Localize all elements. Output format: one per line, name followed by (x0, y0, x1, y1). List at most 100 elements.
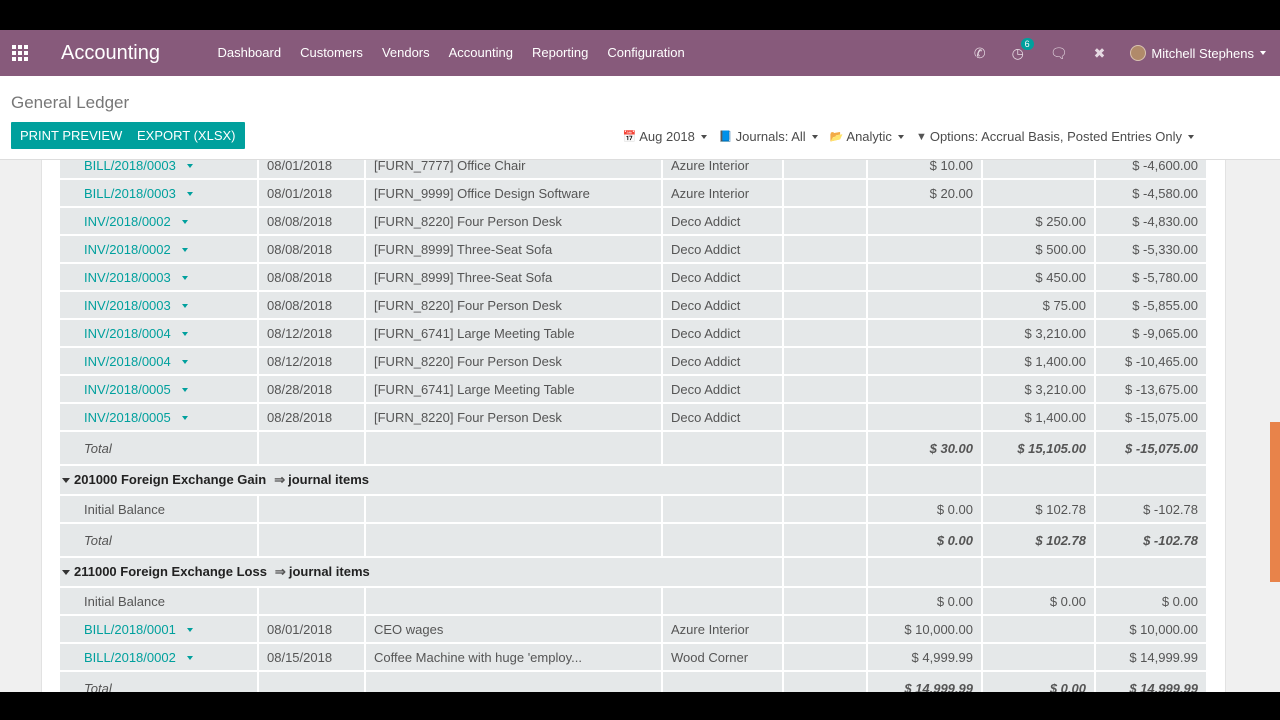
move-debit (868, 292, 983, 320)
reference-link[interactable]: BILL/2018/0002 (84, 650, 176, 665)
ledger-row: BILL/2018/0003 08/01/2018 [FURN_7777] Offi… (60, 160, 1208, 180)
move-date: 08/12/2018 (259, 320, 366, 348)
chevron-down-icon[interactable] (181, 220, 188, 225)
move-currency (784, 404, 868, 432)
analytic-filter[interactable]: 📂 Analytic (830, 129, 904, 144)
user-menu[interactable]: Mitchell Stephens (1130, 45, 1266, 61)
chevron-down-icon[interactable] (186, 192, 193, 197)
move-reference[interactable]: INV/2018/0003 (60, 264, 259, 292)
move-currency (784, 320, 868, 348)
account-group-row[interactable]: 211000 Foreign Exchange Loss ⇒ journal ite… (60, 558, 1208, 588)
chevron-down-icon[interactable] (186, 164, 193, 169)
ledger-row: BILL/2018/0003 08/01/2018 [FURN_9999] Offi… (60, 180, 1208, 208)
menu-accounting[interactable]: Accounting (439, 30, 522, 76)
move-reference[interactable]: BILL/2018/0003 (60, 160, 259, 180)
reference-link[interactable]: INV/2018/0002 (84, 242, 171, 257)
move-debit (868, 376, 983, 404)
reference-link[interactable]: BILL/2018/0001 (84, 622, 176, 637)
total-credit: $ 15,105.00 (983, 432, 1096, 466)
reference-link[interactable]: INV/2018/0005 (84, 410, 171, 425)
move-debit (868, 320, 983, 348)
account-group-row[interactable]: 201000 Foreign Exchange Gain ⇒ journal ite… (60, 466, 1208, 496)
total-label: Total (60, 524, 259, 558)
move-reference[interactable]: INV/2018/0005 (60, 404, 259, 432)
move-balance: $ -5,780.00 (1096, 264, 1208, 292)
reference-link[interactable]: INV/2018/0002 (84, 214, 171, 229)
activity-clock-icon[interactable]: ◷ 6 (1012, 37, 1034, 62)
chevron-down-icon[interactable] (181, 332, 188, 337)
options-filter[interactable]: ▼ Options: Accrual Basis, Posted Entries … (916, 129, 1194, 144)
move-reference[interactable]: INV/2018/0004 (60, 320, 259, 348)
move-balance: $ 14,999.99 (1096, 644, 1208, 672)
move-date: 08/08/2018 (259, 236, 366, 264)
move-label: [FURN_8220] Four Person Desk (366, 404, 663, 432)
initial-balance: $ -102.78 (1096, 496, 1208, 524)
move-reference[interactable]: INV/2018/0002 (60, 208, 259, 236)
chevron-down-icon[interactable] (181, 360, 188, 365)
date-filter[interactable]: 📅 Aug 2018 (623, 129, 707, 144)
journal-items-link[interactable]: ⇒ journal items (274, 472, 369, 487)
move-label: CEO wages (366, 616, 663, 644)
print-preview-button[interactable]: PRINT PREVIEW (11, 122, 132, 149)
phone-icon[interactable]: ✆ (974, 45, 986, 62)
reference-link[interactable]: BILL/2018/0003 (84, 160, 176, 173)
journal-items-link[interactable]: ⇒ journal items (275, 564, 370, 579)
move-credit: $ 75.00 (983, 292, 1096, 320)
move-debit (868, 208, 983, 236)
move-partner: Azure Interior (663, 616, 784, 644)
chevron-down-icon[interactable] (181, 304, 188, 309)
ledger-table: BILL/2018/0003 08/01/2018 [FURN_7777] Offi… (60, 160, 1208, 692)
move-reference[interactable]: BILL/2018/0003 (60, 180, 259, 208)
menu-configuration[interactable]: Configuration (598, 30, 694, 76)
app-window: Accounting Dashboard Customers Vendors A… (0, 30, 1280, 692)
move-label: [FURN_8220] Four Person Desk (366, 292, 663, 320)
reference-link[interactable]: INV/2018/0004 (84, 354, 171, 369)
move-date: 08/01/2018 (259, 160, 366, 180)
move-currency (784, 644, 868, 672)
move-credit: $ 500.00 (983, 236, 1096, 264)
total-debit: $ 30.00 (868, 432, 983, 466)
chevron-down-icon[interactable] (181, 388, 188, 393)
debug-tools-icon[interactable]: ✖ (1094, 45, 1106, 62)
ledger-row: BILL/2018/0002 08/15/2018 Coffee Machine w… (60, 644, 1208, 672)
move-reference[interactable]: BILL/2018/0001 (60, 616, 259, 644)
menu-vendors[interactable]: Vendors (372, 30, 439, 76)
reference-link[interactable]: INV/2018/0003 (84, 270, 171, 285)
move-credit (983, 160, 1096, 180)
avatar (1130, 45, 1147, 61)
menu-dashboard[interactable]: Dashboard (208, 30, 291, 76)
reference-link[interactable]: BILL/2018/0003 (84, 186, 176, 201)
move-credit: $ 3,210.00 (983, 376, 1096, 404)
chat-icon[interactable]: 🗨 (1050, 45, 1068, 62)
move-reference[interactable]: INV/2018/0003 (60, 292, 259, 320)
chevron-down-icon[interactable] (181, 276, 188, 281)
move-partner: Deco Addict (663, 348, 784, 376)
account-group-header[interactable]: 201000 Foreign Exchange Gain ⇒ journal ite… (60, 466, 784, 496)
export-xlsx-button[interactable]: EXPORT (XLSX) (128, 122, 245, 149)
apps-menu-icon[interactable] (0, 30, 40, 76)
ledger-row: INV/2018/0005 08/28/2018 [FURN_8220] Four … (60, 404, 1208, 432)
reference-link[interactable]: INV/2018/0003 (84, 298, 171, 313)
chevron-down-icon[interactable] (186, 628, 193, 633)
move-date: 08/01/2018 (259, 616, 366, 644)
account-group-header[interactable]: 211000 Foreign Exchange Loss ⇒ journal ite… (60, 558, 784, 588)
move-debit: $ 10,000.00 (868, 616, 983, 644)
menu-customers[interactable]: Customers (291, 30, 373, 76)
move-reference[interactable]: INV/2018/0005 (60, 376, 259, 404)
journals-filter[interactable]: 📘 Journals: All (719, 129, 818, 144)
total-credit: $ 102.78 (983, 524, 1096, 558)
chevron-down-icon (1260, 51, 1266, 55)
reference-link[interactable]: INV/2018/0004 (84, 326, 171, 341)
chevron-down-icon[interactable] (186, 656, 193, 661)
chevron-down-icon[interactable] (181, 248, 188, 253)
move-balance: $ -9,065.00 (1096, 320, 1208, 348)
reference-link[interactable]: INV/2018/0005 (84, 382, 171, 397)
move-reference[interactable]: INV/2018/0004 (60, 348, 259, 376)
app-brand[interactable]: Accounting (61, 42, 160, 65)
move-reference[interactable]: BILL/2018/0002 (60, 644, 259, 672)
move-reference[interactable]: INV/2018/0002 (60, 236, 259, 264)
move-credit: $ 1,400.00 (983, 404, 1096, 432)
scrollbar-thumb[interactable] (1270, 422, 1280, 582)
chevron-down-icon[interactable] (181, 416, 188, 421)
menu-reporting[interactable]: Reporting (522, 30, 597, 76)
